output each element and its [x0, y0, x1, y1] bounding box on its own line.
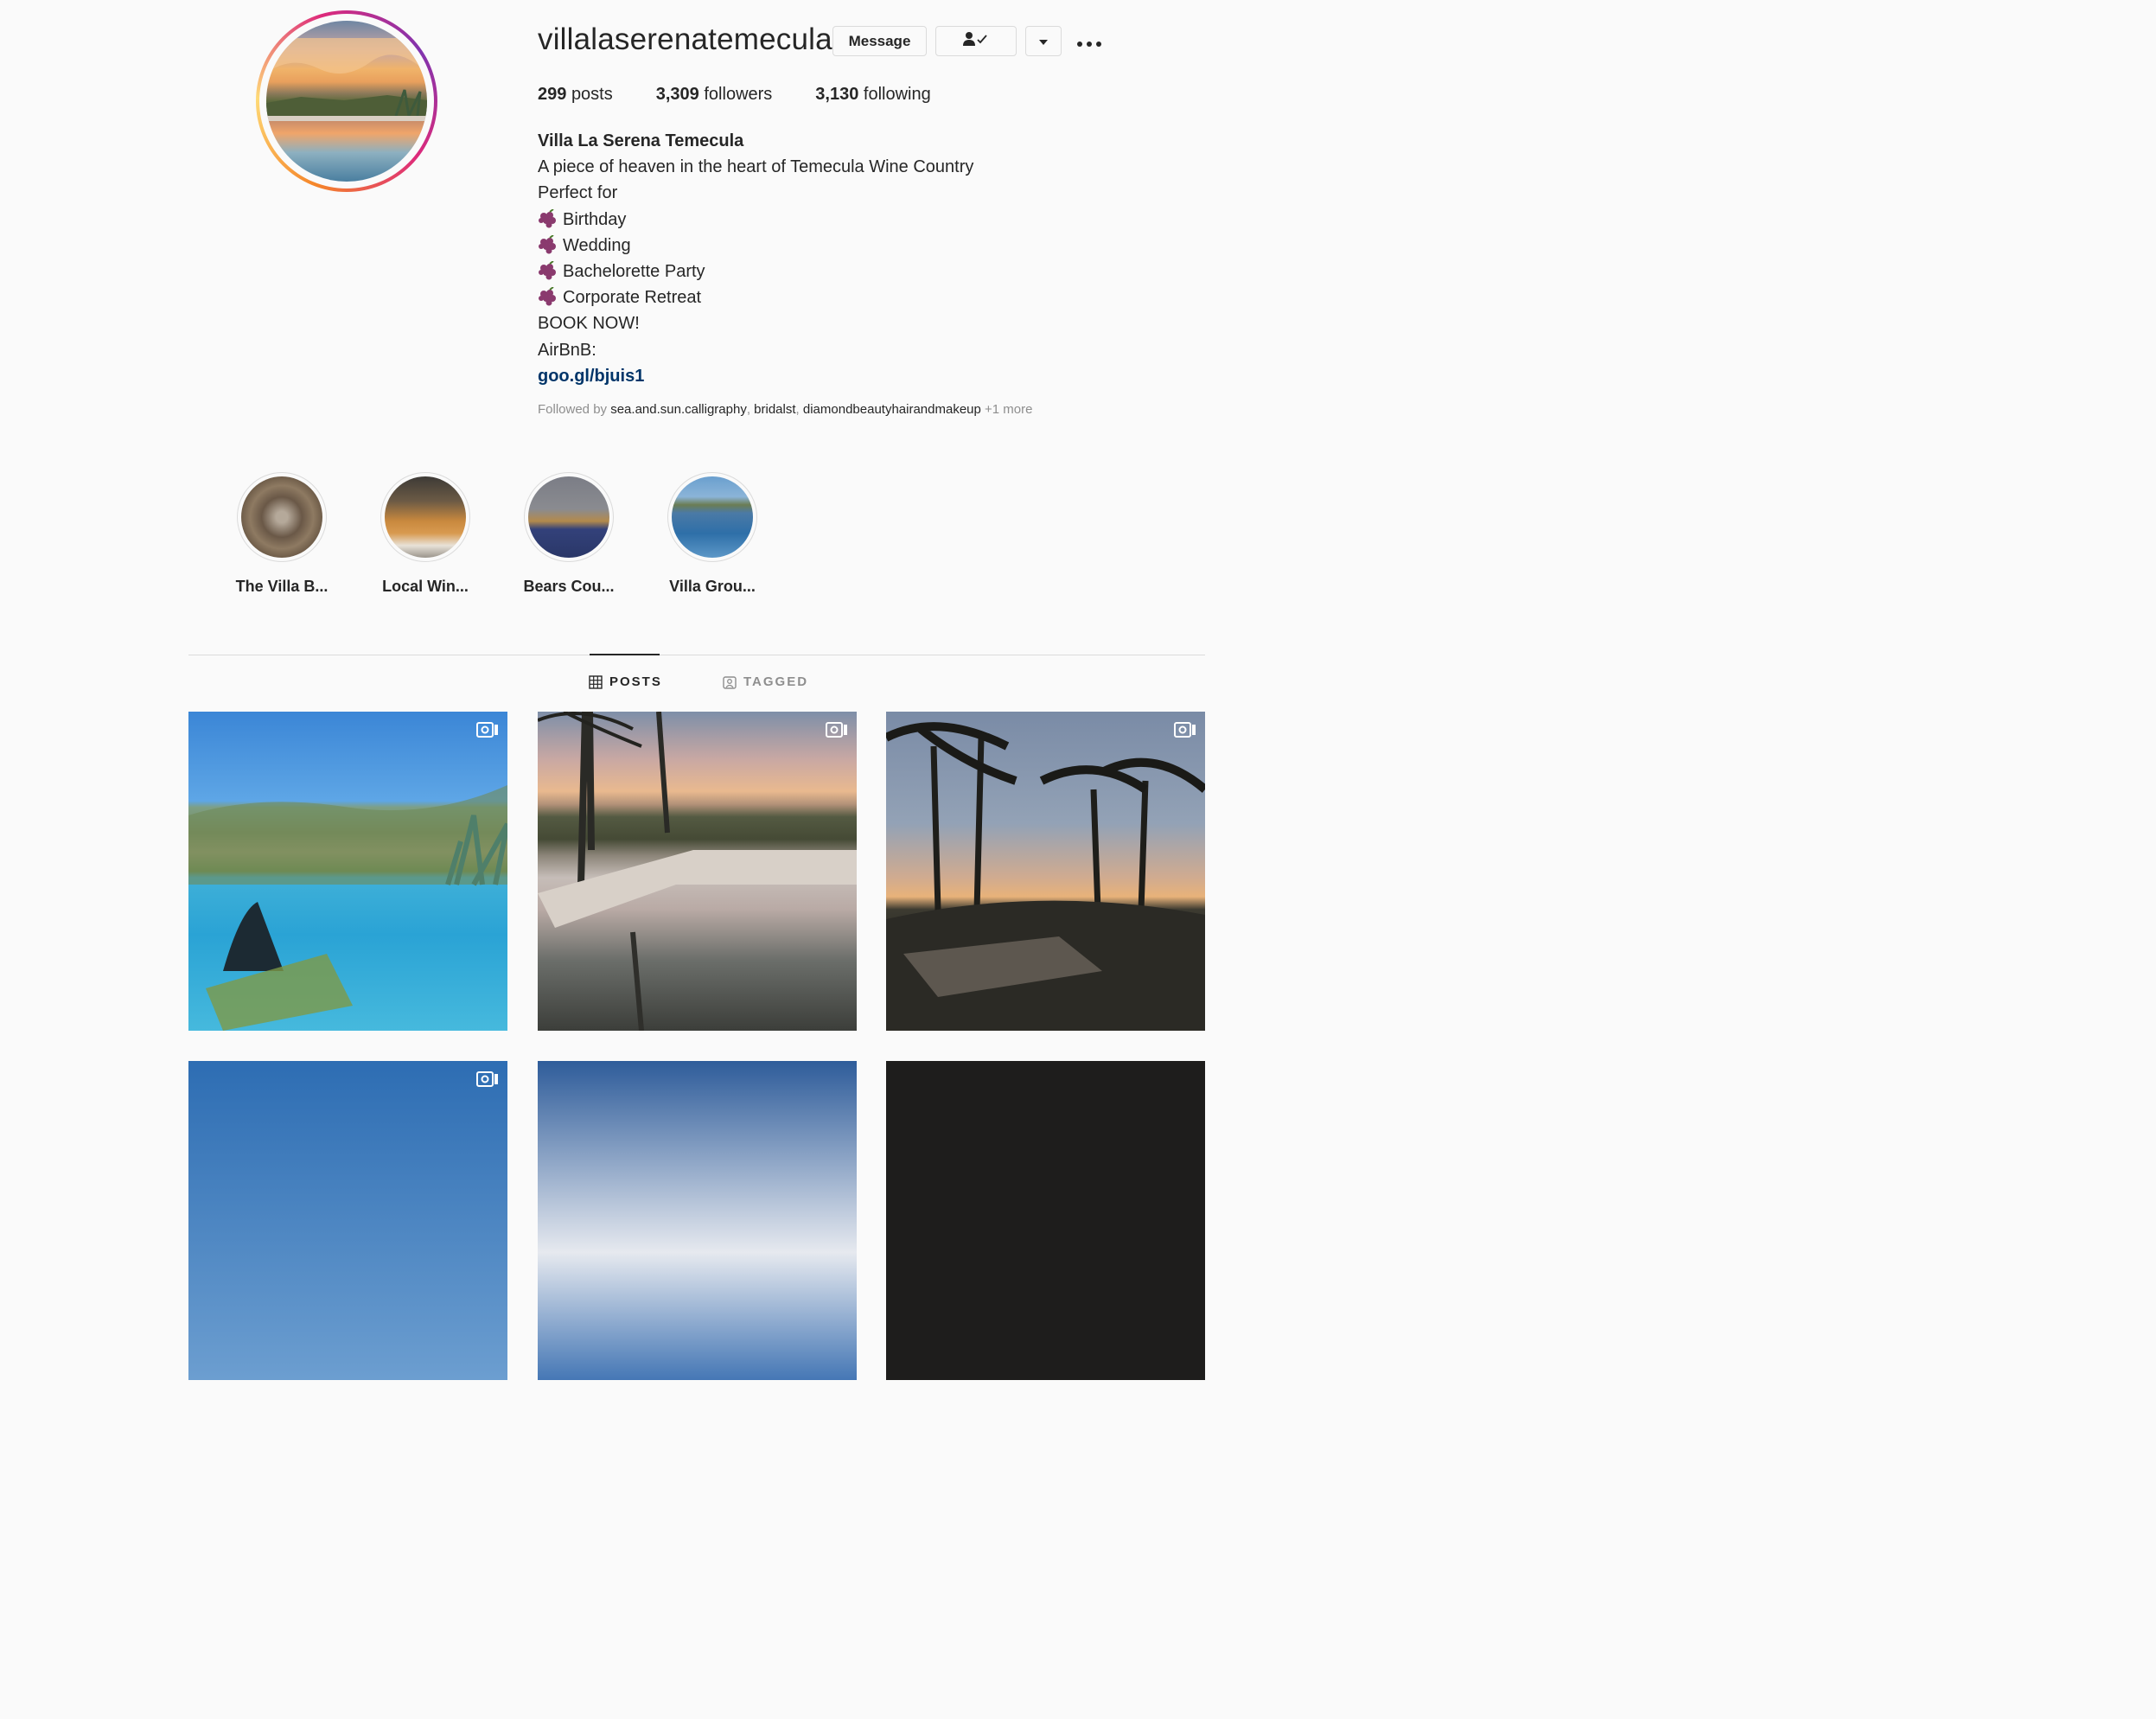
highlight-cover	[528, 476, 609, 558]
bio-website-link[interactable]: goo.gl/bjuis1	[538, 363, 973, 389]
profile-username: villalaserenatemecula	[538, 22, 832, 56]
post-image-scene	[538, 712, 857, 1031]
igtv-video-icon	[1174, 722, 1196, 738]
highlight-cover-ring	[380, 472, 470, 562]
follower-user[interactable]: diamondbeautyhairandmakeup	[803, 402, 981, 417]
followers-link[interactable]: 3,309 followers	[656, 85, 773, 105]
bio-perfect-for: Perfect for	[538, 183, 618, 203]
highlight-cover	[241, 476, 322, 558]
story-highlight[interactable]: Bears Cou...	[504, 472, 634, 596]
post-thumbnail[interactable]	[886, 1061, 1205, 1380]
caret-down-icon	[1038, 33, 1049, 50]
story-highlight[interactable]: The Villa B...	[217, 472, 347, 596]
more-options-button[interactable]	[1074, 29, 1105, 54]
grapes-emoji-icon	[539, 287, 556, 306]
tab-tagged[interactable]: TAGGED	[723, 674, 808, 689]
post-image-scene	[188, 785, 507, 1031]
profile-full-name: Villa La Serena Temecula	[538, 131, 744, 150]
person-check-icon	[963, 31, 989, 51]
post-thumbnail[interactable]	[538, 712, 857, 1031]
following-link[interactable]: 3,130 following	[815, 85, 930, 105]
highlight-cover-ring	[237, 472, 327, 562]
followed-by-more[interactable]: +1 more	[985, 402, 1032, 417]
suggested-dropdown-button[interactable]	[1025, 26, 1062, 56]
tab-posts[interactable]: POSTS	[589, 674, 662, 689]
post-thumbnail[interactable]	[188, 712, 507, 1031]
bio-tagline: A piece of heaven in the heart of Temecu…	[538, 157, 974, 177]
grapes-emoji-icon	[539, 208, 556, 228]
post-thumbnail[interactable]	[188, 1061, 507, 1380]
grapes-emoji-icon	[539, 261, 556, 280]
post-thumbnail[interactable]	[886, 712, 1205, 1031]
highlight-cover	[385, 476, 466, 558]
following-button[interactable]	[935, 26, 1017, 56]
follower-user[interactable]: bridalst	[754, 402, 795, 417]
igtv-video-icon	[476, 1071, 498, 1087]
grapes-emoji-icon	[539, 234, 556, 254]
bio-cta: BOOK NOW!	[538, 314, 640, 334]
followed-by[interactable]: Followed by sea.and.sun.calligraphy, bri…	[538, 402, 1032, 417]
grid-icon	[589, 674, 603, 689]
bio-item: Corporate Retreat	[538, 284, 973, 310]
highlight-cover-ring	[667, 472, 757, 562]
highlight-cover	[672, 476, 753, 558]
profile-stats: 299 posts 3,309 followers 3,130 followin…	[538, 85, 974, 105]
highlight-label: Bears Cou...	[523, 578, 615, 595]
highlight-cover-ring	[524, 472, 614, 562]
highlight-label: The Villa B...	[235, 578, 329, 595]
story-highlight[interactable]: Local Win...	[360, 472, 490, 596]
profile-avatar[interactable]	[256, 10, 437, 192]
active-tab-indicator	[590, 654, 660, 655]
posts-count: 299 posts	[538, 85, 613, 104]
ellipsis-icon	[1076, 29, 1102, 54]
igtv-video-icon	[476, 722, 498, 738]
bio-item: Bachelorette Party	[538, 259, 973, 284]
avatar-image	[266, 21, 427, 182]
tag-person-icon	[723, 675, 737, 689]
bio-airbnb: AirBnB:	[538, 340, 596, 360]
profile-bio: Villa La Serena Temecula A piece of heav…	[538, 128, 973, 389]
post-image-scene	[886, 722, 1205, 1031]
message-button[interactable]: Message	[832, 26, 927, 56]
story-highlight[interactable]: Villa Grou...	[647, 472, 777, 596]
post-thumbnail[interactable]	[538, 1061, 857, 1380]
igtv-video-icon	[826, 722, 847, 738]
bio-item: Birthday	[538, 207, 973, 233]
bio-item: Wedding	[538, 233, 973, 259]
follower-user[interactable]: sea.and.sun.calligraphy	[610, 402, 747, 417]
highlight-label: Villa Grou...	[669, 578, 756, 595]
highlight-label: Local Win...	[382, 578, 469, 595]
